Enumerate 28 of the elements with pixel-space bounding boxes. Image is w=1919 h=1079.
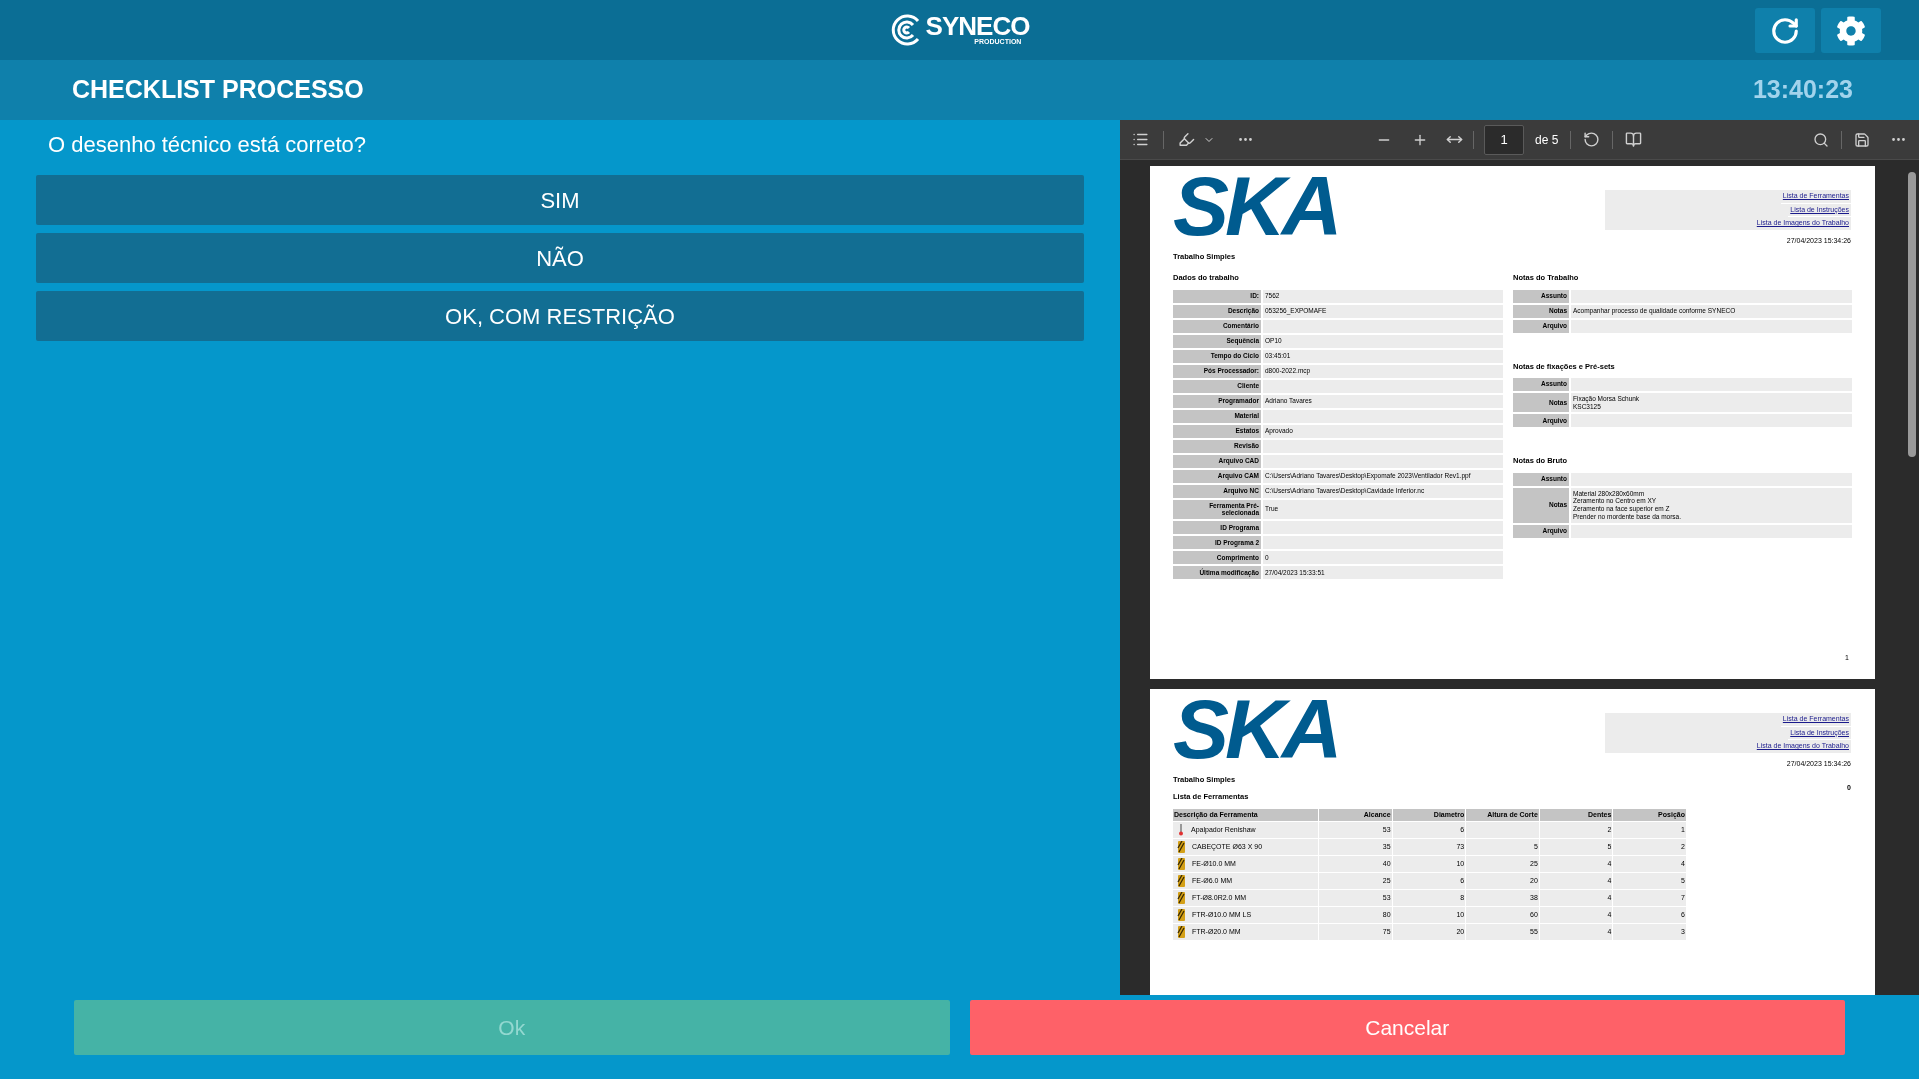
end-mill-icon (1177, 909, 1186, 921)
page-view-icon[interactable] (1625, 131, 1643, 148)
company-logo: SKA (1173, 687, 1340, 771)
refresh-icon (1770, 15, 1800, 46)
answer-button[interactable]: NÃO (36, 233, 1084, 283)
end-mill-icon (1177, 858, 1186, 870)
answer-button[interactable]: OK, COM RESTRIÇÃO (36, 291, 1084, 341)
search-icon[interactable] (1813, 131, 1829, 148)
settings-button[interactable] (1821, 8, 1881, 53)
page-count: de 5 (1535, 131, 1559, 149)
answer-button[interactable]: SIM (36, 175, 1084, 225)
highlighter-icon[interactable] (1178, 131, 1195, 148)
save-icon[interactable] (1854, 131, 1870, 148)
page-number-field[interactable]: 1 (1484, 124, 1524, 155)
probe-icon (1177, 824, 1185, 836)
page-title: CHECKLIST PROCESSO (72, 74, 364, 106)
end-mill-icon (1177, 892, 1186, 904)
brand-name: SYNECO (925, 14, 1030, 39)
company-logo: SKA (1173, 164, 1340, 248)
contents-icon[interactable] (1132, 131, 1149, 148)
clock: 13:40:23 (1752, 74, 1853, 106)
rotate-icon[interactable] (1583, 131, 1601, 148)
end-mill-icon (1177, 841, 1186, 853)
refresh-button[interactable] (1755, 8, 1815, 53)
settings-icon (1836, 15, 1866, 46)
end-mill-icon (1177, 875, 1186, 887)
end-mill-icon (1177, 926, 1186, 938)
question-text: O desenho técnico está correto? (48, 131, 367, 159)
